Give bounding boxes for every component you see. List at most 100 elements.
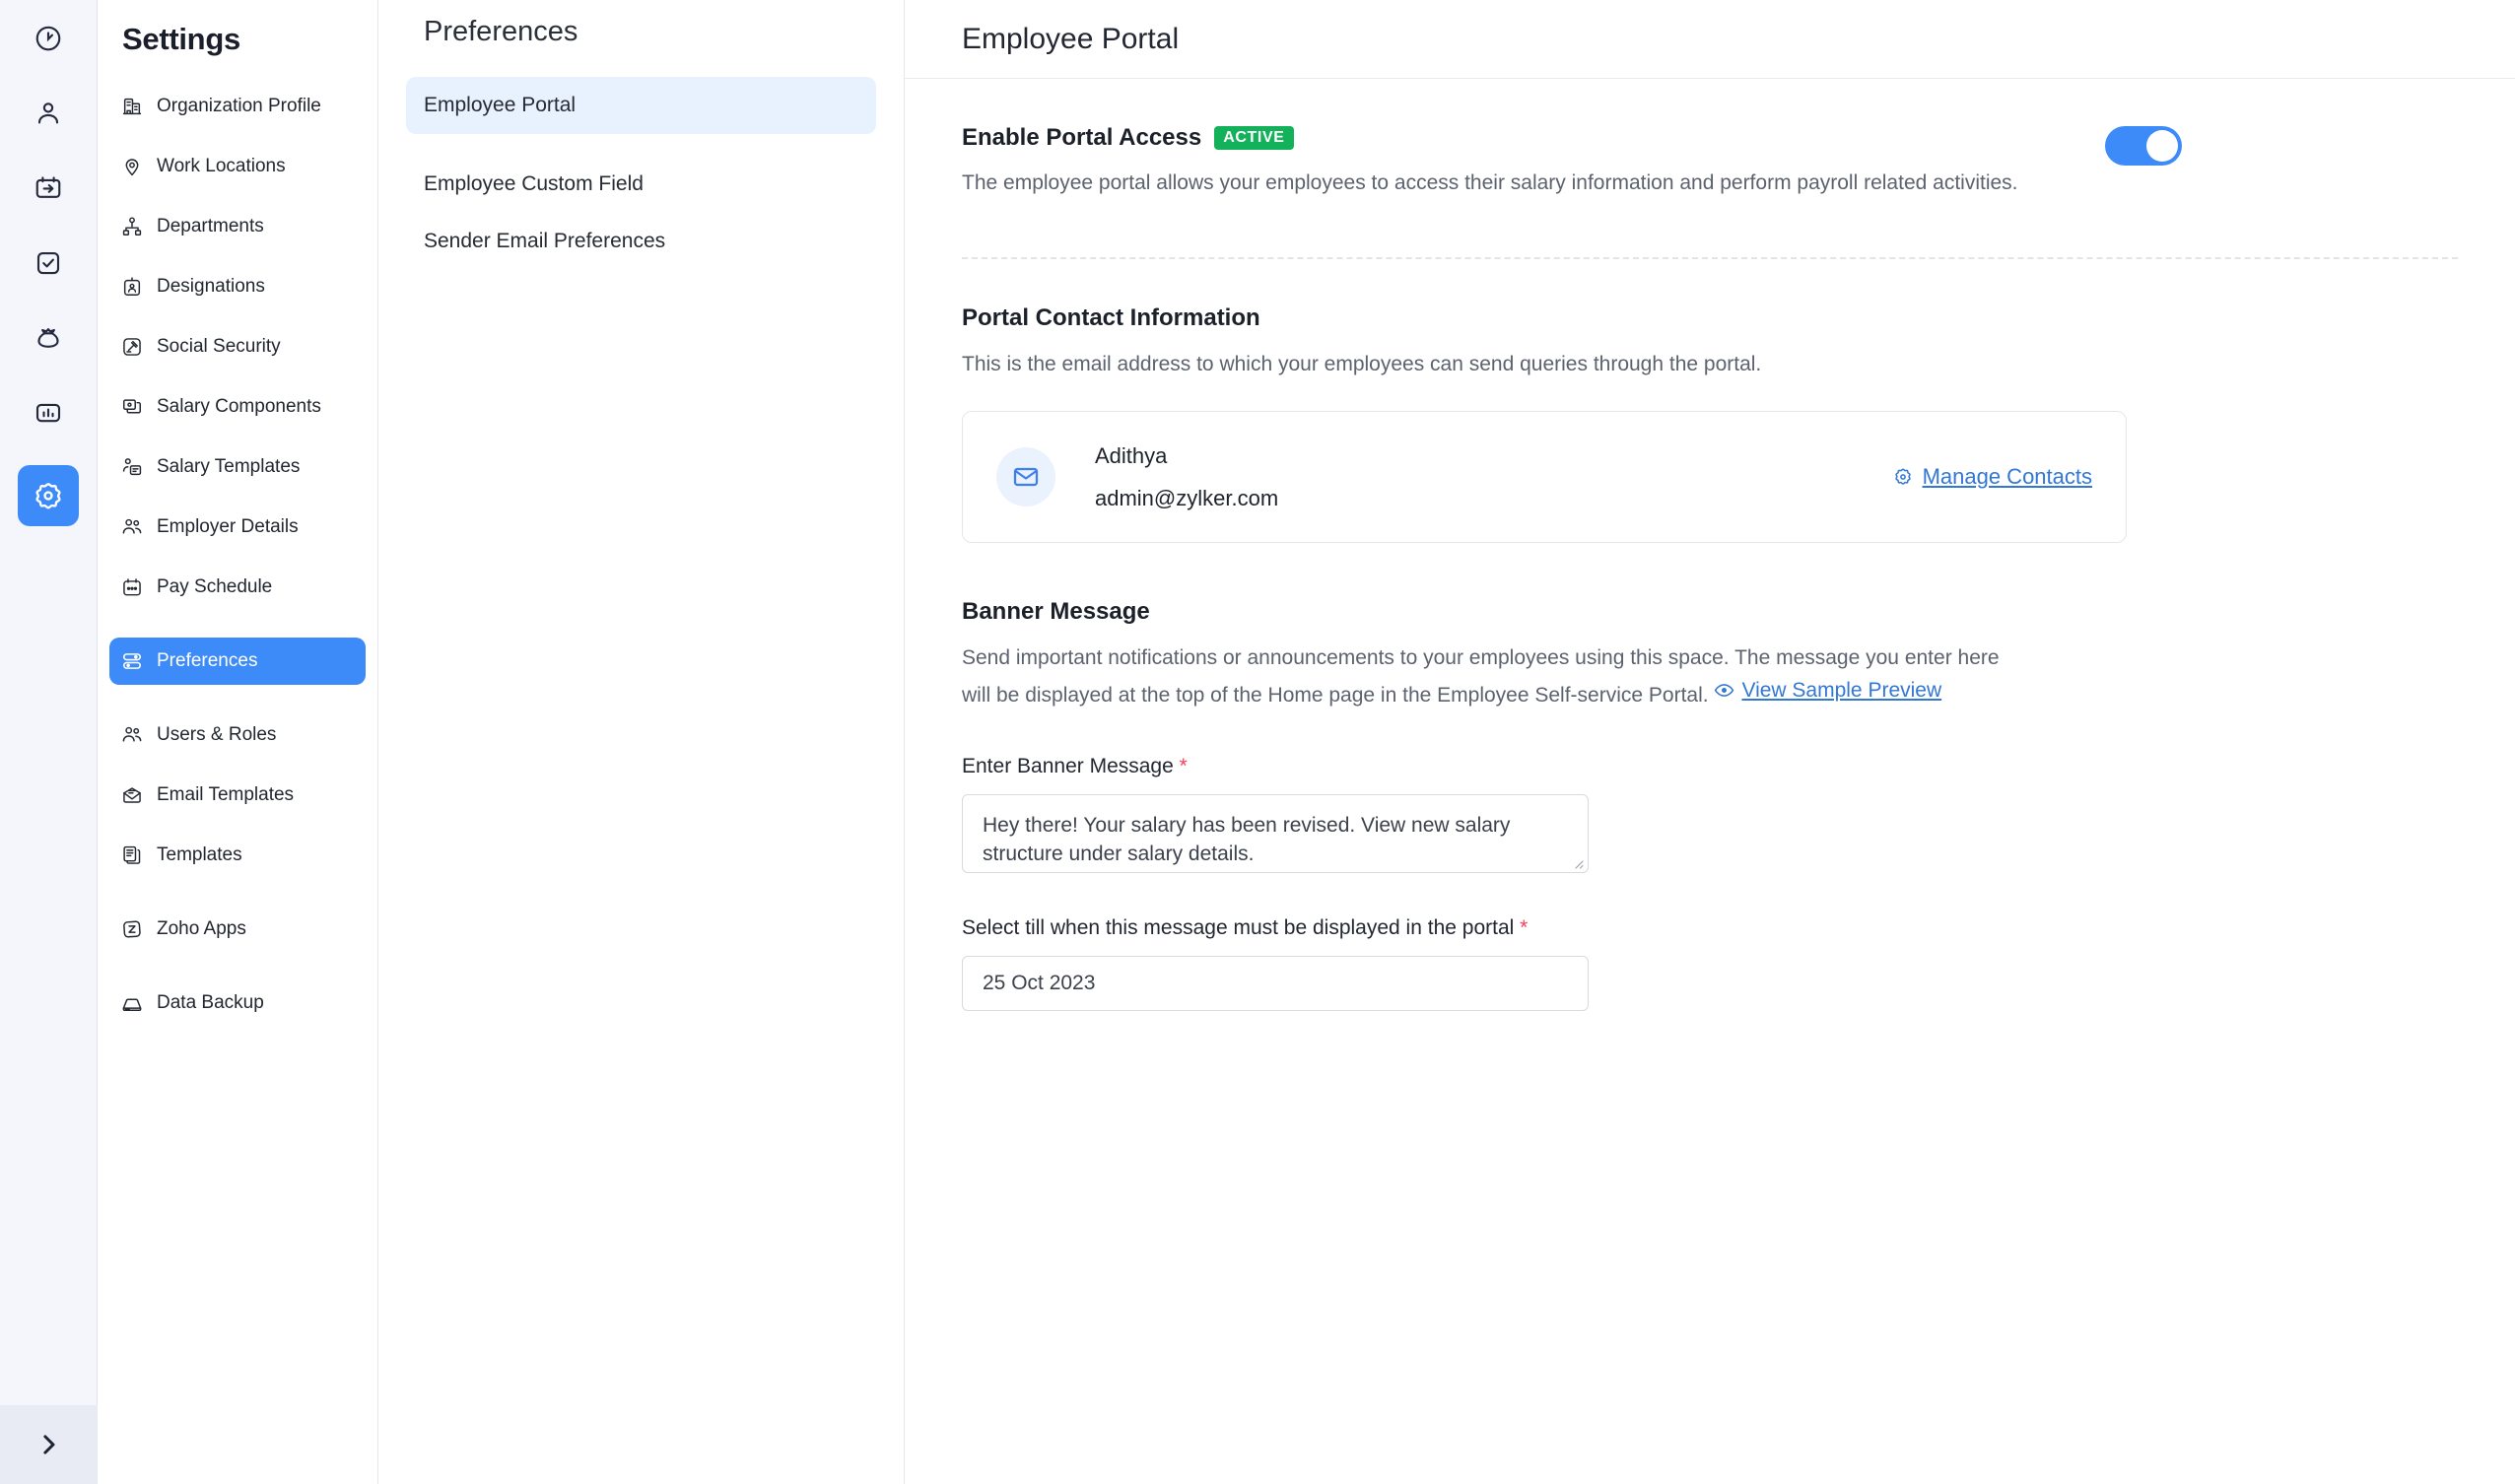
preferences-item-employee-custom-field[interactable]: Employee Custom Field xyxy=(406,156,876,213)
avatar xyxy=(996,447,1055,506)
sidebar-item-departments[interactable]: Departments xyxy=(109,203,366,250)
sidebar-item-social-security[interactable]: Social Security xyxy=(109,323,366,371)
zoho-z-icon xyxy=(121,918,143,940)
map-pin-icon xyxy=(121,156,143,177)
two-users-icon xyxy=(121,516,143,538)
manage-contacts-link[interactable]: Manage Contacts xyxy=(1892,464,2092,490)
sidebar-item-designations[interactable]: Designations xyxy=(109,263,366,310)
envelope-icon xyxy=(1011,462,1041,492)
sidebar-item-salary-components[interactable]: Salary Components xyxy=(109,383,366,431)
sidebar-item-organization-profile[interactable]: Organization Profile xyxy=(109,83,366,130)
sidebar-item-label: Zoho Apps xyxy=(157,918,246,940)
org-chart-icon xyxy=(121,216,143,237)
rail-item-leave[interactable] xyxy=(18,158,79,219)
enable-portal-access-description: The employee portal allows your employee… xyxy=(962,168,2066,200)
view-sample-preview-label: View Sample Preview xyxy=(1741,675,1941,708)
preferences-item-employee-portal[interactable]: Employee Portal xyxy=(406,77,876,134)
view-sample-preview-link[interactable]: View Sample Preview xyxy=(1714,675,1941,708)
calendar-dots-icon xyxy=(121,576,143,598)
resize-grip-icon[interactable] xyxy=(1572,857,1584,869)
sidebar-item-users-roles[interactable]: Users & Roles xyxy=(109,711,366,759)
enable-portal-access-label: Enable Portal Access xyxy=(962,124,1201,152)
sidebar-item-work-locations[interactable]: Work Locations xyxy=(109,143,366,190)
sidebar-item-label: Work Locations xyxy=(157,156,286,177)
preferences-item-label: Employee Portal xyxy=(424,94,576,117)
contact-name: Adithya xyxy=(1095,443,1892,469)
rail-item-approvals[interactable] xyxy=(18,233,79,294)
main-body: Enable Portal Access ACTIVE The employee… xyxy=(905,79,2515,1011)
sidebar-item-preferences[interactable]: Preferences xyxy=(109,638,366,685)
rail-item-reports[interactable] xyxy=(18,382,79,443)
toggle-knob xyxy=(2146,130,2178,162)
building-icon xyxy=(121,96,143,117)
banner-date-input[interactable]: 25 Oct 2023 xyxy=(962,956,1589,1011)
sidebar-item-data-backup[interactable]: Data Backup xyxy=(109,979,366,1027)
section-divider xyxy=(962,257,2458,259)
sidebar-item-label: Departments xyxy=(157,216,264,237)
sidebar-item-label: Salary Components xyxy=(157,396,321,418)
required-marker: * xyxy=(1520,916,1528,939)
banner-date-value: 25 Oct 2023 xyxy=(983,972,1095,995)
documents-icon xyxy=(121,844,143,866)
settings-menu: Organization Profile Work Locations Depa… xyxy=(98,83,377,1027)
sidebar-item-label: Data Backup xyxy=(157,992,264,1014)
preferences-item-label: Employee Custom Field xyxy=(424,172,644,196)
user-icon xyxy=(34,99,63,128)
preferences-item-label: Sender Email Preferences xyxy=(424,230,665,253)
banner-message-textarea[interactable]: Hey there! Your salary has been revised.… xyxy=(962,794,1589,873)
rail-item-settings[interactable] xyxy=(18,465,79,526)
gavel-icon xyxy=(121,336,143,358)
banner-message-title: Banner Message xyxy=(962,598,2458,626)
main-content: Employee Portal Enable Portal Access ACT… xyxy=(905,0,2515,1484)
sidebar-item-email-templates[interactable]: Email Templates xyxy=(109,772,366,819)
page-title: Employee Portal xyxy=(962,23,1179,56)
rail-item-time-tracking[interactable] xyxy=(18,8,79,69)
preferences-menu: Employee Portal Employee Custom Field Se… xyxy=(406,77,876,270)
sidebar-item-label: Preferences xyxy=(157,650,257,672)
banner-date-label-text: Select till when this message must be di… xyxy=(962,916,1514,939)
sidebar-item-label: Pay Schedule xyxy=(157,576,272,598)
rail-item-employees[interactable] xyxy=(18,83,79,144)
money-bag-icon xyxy=(34,323,63,353)
rail-item-payroll[interactable] xyxy=(18,307,79,369)
sidebar-expand-button[interactable] xyxy=(0,1405,98,1484)
app-root: Settings Organization Profile Work Locat… xyxy=(0,0,2515,1484)
sidebar-item-zoho-apps[interactable]: Zoho Apps xyxy=(109,906,366,953)
bar-chart-icon xyxy=(34,398,63,428)
status-badge: ACTIVE xyxy=(1214,126,1293,150)
sidebar-item-label: Employer Details xyxy=(157,516,299,538)
chevron-right-icon xyxy=(34,1430,63,1459)
contact-email: admin@zylker.com xyxy=(1095,486,1892,511)
clock-icon xyxy=(34,24,63,53)
sliders-icon xyxy=(121,650,143,672)
id-badge-icon xyxy=(121,276,143,298)
portal-contact-subtitle: This is the email address to which your … xyxy=(962,349,2458,381)
required-marker: * xyxy=(1180,755,1188,777)
preferences-title: Preferences xyxy=(406,0,876,48)
icon-rail xyxy=(0,0,98,1484)
sidebar-item-salary-templates[interactable]: Salary Templates xyxy=(109,443,366,491)
checkbox-icon xyxy=(34,248,63,278)
sidebar-item-templates[interactable]: Templates xyxy=(109,832,366,879)
contact-card: Adithya admin@zylker.com Manage Contacts xyxy=(962,411,2127,543)
banner-message-description-wrap: Send important notifications or announce… xyxy=(962,642,2006,711)
sidebar-item-label: Designations xyxy=(157,276,265,298)
two-users-icon xyxy=(121,724,143,746)
sidebar-item-label: Social Security xyxy=(157,336,281,358)
sidebar-item-label: Users & Roles xyxy=(157,724,276,746)
sidebar-item-label: Organization Profile xyxy=(157,96,321,117)
eye-icon xyxy=(1714,680,1734,701)
preferences-panel: Preferences Employee Portal Employee Cus… xyxy=(378,0,905,1484)
banner-message-value: Hey there! Your salary has been revised.… xyxy=(983,814,1510,865)
sidebar-item-pay-schedule[interactable]: Pay Schedule xyxy=(109,564,366,611)
settings-sidebar: Settings Organization Profile Work Locat… xyxy=(98,0,378,1484)
banner-date-field-label: Select till when this message must be di… xyxy=(962,916,2458,940)
portal-contact-section: Portal Contact Information This is the e… xyxy=(962,304,2458,544)
sidebar-item-label: Salary Templates xyxy=(157,456,300,478)
enable-portal-access-toggle[interactable] xyxy=(2105,126,2182,166)
portal-contact-title: Portal Contact Information xyxy=(962,304,2458,332)
preferences-item-sender-email-preferences[interactable]: Sender Email Preferences xyxy=(406,213,876,270)
settings-title: Settings xyxy=(98,6,377,57)
sidebar-item-employer-details[interactable]: Employer Details xyxy=(109,504,366,551)
envelope-lines-icon xyxy=(121,784,143,806)
